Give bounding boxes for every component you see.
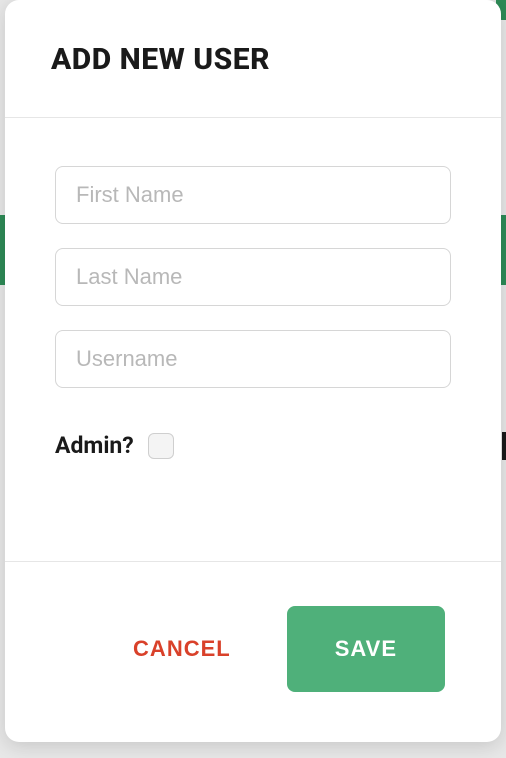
background-mark [502, 432, 506, 460]
modal-header: ADD NEW USER [5, 0, 501, 118]
modal-body: Admin? [5, 118, 501, 561]
modal-footer: CANCEL SAVE [5, 561, 501, 742]
modal-title: ADD NEW USER [51, 42, 455, 77]
save-button[interactable]: SAVE [287, 606, 445, 692]
admin-checkbox[interactable] [148, 433, 174, 459]
add-user-modal: ADD NEW USER Admin? CANCEL SAVE [5, 0, 501, 742]
cancel-button[interactable]: CANCEL [133, 636, 231, 662]
username-input[interactable] [55, 330, 451, 388]
admin-label: Admin? [55, 432, 134, 459]
first-name-input[interactable] [55, 166, 451, 224]
last-name-input[interactable] [55, 248, 451, 306]
admin-row: Admin? [55, 432, 451, 459]
